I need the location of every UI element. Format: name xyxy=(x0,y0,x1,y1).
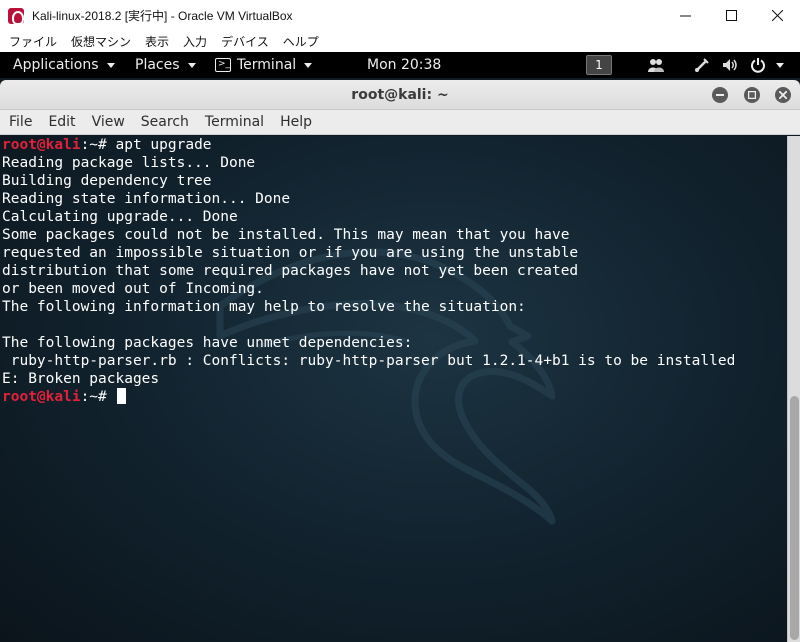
terminal-menubar: File Edit View Search Terminal Help xyxy=(0,110,800,135)
menu-devices[interactable]: デバイス xyxy=(214,33,276,50)
terminal-app-menu[interactable]: >_ Terminal xyxy=(215,52,313,78)
terminal-icon: >_ xyxy=(215,58,231,72)
terminal-menu-help[interactable]: Help xyxy=(272,114,320,130)
places-label: Places xyxy=(135,57,180,73)
close-button[interactable] xyxy=(754,0,800,31)
terminal-scrollbar[interactable] xyxy=(787,136,800,642)
guest-screen: Applications Places >_ Terminal Mon 20:3… xyxy=(0,52,800,642)
window-controls xyxy=(662,0,800,31)
workspace-number: 1 xyxy=(586,55,612,75)
output-line: Reading state information... Done xyxy=(2,191,291,207)
prompt-user: root@kali xyxy=(2,137,81,153)
menu-view[interactable]: 表示 xyxy=(138,33,176,50)
output-line: distribution that some required packages… xyxy=(2,263,579,279)
terminal-text: root@kali:~# apt upgrade Reading package … xyxy=(2,136,787,406)
prompt-path: :~# xyxy=(80,137,116,153)
prompt-line: root@kali:~# xyxy=(2,388,787,406)
terminal-window: root@kali: ~ File Edit View Search Termi… xyxy=(0,80,800,642)
command-text: apt upgrade xyxy=(115,137,212,153)
chevron-down-icon xyxy=(106,62,115,68)
close-icon xyxy=(779,91,787,99)
output-line: The following information may help to re… xyxy=(2,299,526,315)
maximize-icon xyxy=(725,10,737,21)
terminal-output-area[interactable]: root@kali:~# apt upgrade Reading package … xyxy=(0,136,787,642)
terminal-menu-edit[interactable]: Edit xyxy=(40,114,83,130)
terminal-close-button[interactable] xyxy=(775,87,791,103)
menu-help[interactable]: ヘルプ xyxy=(276,33,326,50)
terminal-title: root@kali: ~ xyxy=(351,87,449,103)
output-line: requested an impossible situation or if … xyxy=(2,245,579,261)
terminal-titlebar[interactable]: root@kali: ~ xyxy=(0,80,800,110)
places-menu[interactable]: Places xyxy=(135,52,196,78)
menu-input[interactable]: 入力 xyxy=(176,33,214,50)
workspace-indicator[interactable]: 1 xyxy=(586,52,612,78)
text-cursor xyxy=(116,388,126,404)
close-icon xyxy=(771,10,783,21)
prompt-line: root@kali:~# apt upgrade xyxy=(2,136,787,154)
terminal-menu-search[interactable]: Search xyxy=(133,114,197,130)
minimize-icon xyxy=(679,15,691,17)
clock-label: Mon 20:38 xyxy=(367,57,442,73)
terminal-menu-terminal[interactable]: Terminal xyxy=(197,114,272,130)
virtualbox-menubar: ファイル 仮想マシン 表示 入力 デバイス ヘルプ xyxy=(0,31,800,52)
output-line: or been moved out of Incoming. xyxy=(2,281,264,297)
debian-swirl-icon xyxy=(8,7,24,25)
maximize-button[interactable] xyxy=(708,0,754,31)
prompt-user: root@kali xyxy=(2,389,81,405)
output-line: E: Broken packages xyxy=(2,371,160,387)
terminal-menu-view[interactable]: View xyxy=(84,114,133,130)
maximize-icon xyxy=(748,91,756,99)
power-icon[interactable] xyxy=(750,57,766,73)
menu-file[interactable]: ファイル xyxy=(2,33,64,50)
virtualbox-titlebar: Kali-linux-2018.2 [実行中] - Oracle VM Virt… xyxy=(0,0,800,31)
window-title: Kali-linux-2018.2 [実行中] - Oracle VM Virt… xyxy=(32,9,293,23)
chevron-down-icon[interactable] xyxy=(776,63,784,68)
output-line: The following packages have unmet depend… xyxy=(2,335,413,351)
applications-label: Applications xyxy=(13,57,99,73)
menu-machine[interactable]: 仮想マシン xyxy=(64,33,138,50)
output-line: Building dependency tree xyxy=(2,173,212,189)
minimize-icon xyxy=(716,94,724,96)
terminal-maximize-button[interactable] xyxy=(744,87,760,103)
output-line: ruby-http-parser.rb : Conflicts: ruby-ht… xyxy=(2,353,736,369)
terminal-menu-file[interactable]: File xyxy=(1,114,40,130)
network-icon[interactable] xyxy=(694,57,710,73)
output-line: Calculating upgrade... Done xyxy=(2,209,238,225)
minimize-button[interactable] xyxy=(662,0,708,31)
volume-icon[interactable] xyxy=(722,57,738,73)
output-line: Some packages could not be installed. Th… xyxy=(2,227,570,243)
applications-menu[interactable]: Applications xyxy=(13,52,115,78)
people-icon[interactable] xyxy=(648,57,664,73)
terminal-app-label: Terminal xyxy=(237,57,297,73)
clock[interactable]: Mon 20:38 xyxy=(367,52,441,78)
prompt-path: :~# xyxy=(80,389,116,405)
output-line: Reading package lists... Done xyxy=(2,155,256,171)
scrollbar-thumb[interactable] xyxy=(790,396,799,640)
gnome-top-panel: Applications Places >_ Terminal Mon 20:3… xyxy=(0,52,800,78)
terminal-minimize-button[interactable] xyxy=(712,87,728,103)
chevron-down-icon xyxy=(187,62,196,68)
chevron-down-icon xyxy=(304,62,313,68)
